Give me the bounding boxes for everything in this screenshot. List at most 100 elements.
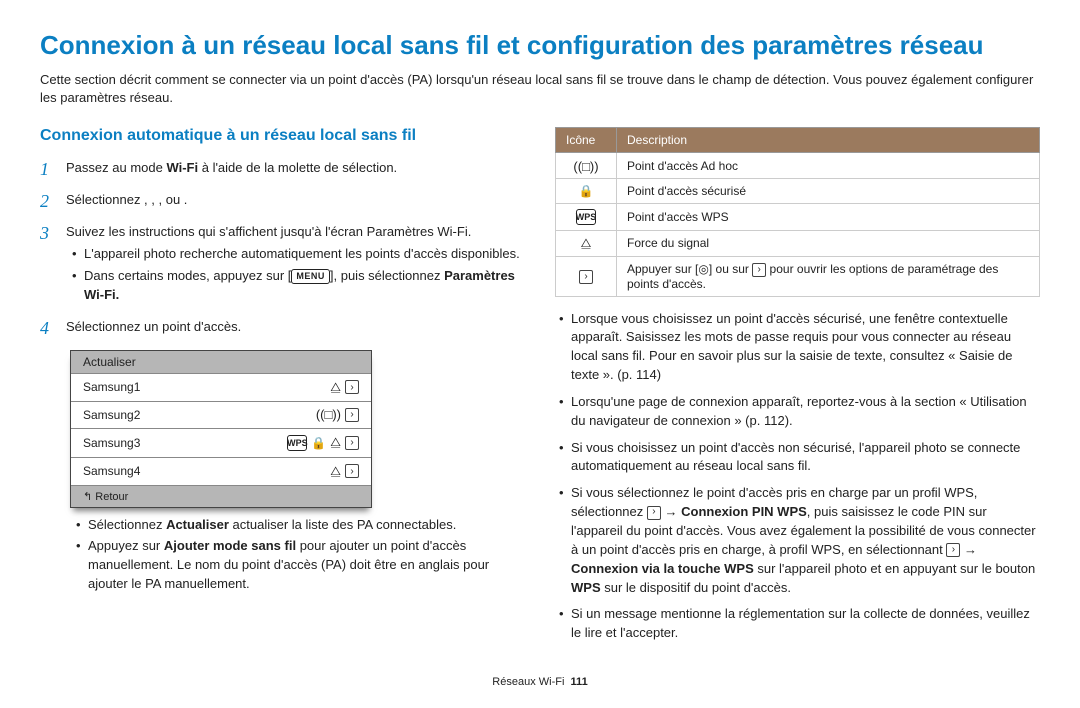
ap-row: Samsung2 ((□)) › <box>71 401 371 428</box>
signal-icon: ⧋ <box>330 464 341 479</box>
section-heading: Connexion automatique à un réseau local … <box>40 127 525 145</box>
cell-desc: Appuyer sur [◎] ou sur › pour ouvrir les… <box>617 256 1040 296</box>
rb4-end: sur le dispositif du point d'accès. <box>601 580 791 595</box>
ap-name: Samsung1 <box>83 380 140 394</box>
cell-icon: WPS <box>556 203 617 230</box>
step-number: 4 <box>40 318 56 340</box>
cell-desc: Point d'accès WPS <box>617 203 1040 230</box>
footer-section: Réseaux Wi-Fi <box>492 676 564 688</box>
step-text: Sélectionnez un point d'accès. <box>66 318 241 340</box>
r5-pre: Appuyer sur [ <box>627 262 698 276</box>
table-row: WPS Point d'accès WPS <box>556 203 1040 230</box>
step-3: 3 Suivez les instructions qui s'affichen… <box>40 223 525 308</box>
step3-sub1: L'appareil photo recherche automatiqueme… <box>84 245 525 264</box>
footer-page: 111 <box>571 676 588 688</box>
page-title: Connexion à un réseau local sans fil et … <box>40 30 1040 61</box>
step-1: 1 Passez au mode Wi-Fi à l'aide de la mo… <box>40 159 525 181</box>
after-screenshot-bullets: Sélectionnez Actualiser actualiser la li… <box>70 516 525 594</box>
rb1: Lorsque vous choisissez un point d'accès… <box>571 310 1040 385</box>
table-row: › Appuyer sur [◎] ou sur › pour ouvrir l… <box>556 256 1040 296</box>
signal-icon: ⧋ <box>330 435 341 450</box>
s3b2-mid: ], puis sélectionnez <box>330 268 444 283</box>
signal-icon: ⧋ <box>330 380 341 395</box>
lock-icon: 🔒 <box>311 436 326 450</box>
ap-list-screenshot: Actualiser Samsung1 ⧋ › Samsung2 ((□)) ›… <box>70 350 372 508</box>
chevron-right-icon: › <box>345 436 359 450</box>
chevron-right-icon: › <box>647 506 661 520</box>
chevron-right-icon: › <box>345 408 359 422</box>
step3-sub2: Dans certains modes, appuyez sur [MENU],… <box>84 267 525 305</box>
ab1-pre: Sélectionnez <box>88 517 166 532</box>
rb4-a1: → <box>661 504 681 519</box>
step3-sublist: L'appareil photo recherche automatiqueme… <box>66 245 525 305</box>
table-row: ((□)) Point d'accès Ad hoc <box>556 153 1040 178</box>
wps-icon: WPS <box>287 435 307 451</box>
ap-row: Samsung1 ⧋ › <box>71 373 371 401</box>
ap-icons: ((□)) › <box>316 408 359 422</box>
icon-table: Icône Description ((□)) Point d'accès Ad… <box>555 127 1040 296</box>
step-number: 1 <box>40 159 56 181</box>
ap-icons: ⧋ › <box>330 464 359 479</box>
lock-icon: 🔒 <box>579 184 594 198</box>
right-column: Icône Description ((□)) Point d'accès Ad… <box>555 127 1040 656</box>
step-4: 4 Sélectionnez un point d'accès. <box>40 318 525 340</box>
cell-icon: 🔒 <box>556 178 617 203</box>
chevron-right-icon: › <box>946 543 960 557</box>
ap-name: Samsung4 <box>83 464 140 478</box>
ab2-strong: Ajouter mode sans fil <box>164 538 296 553</box>
th-icon: Icône <box>556 128 617 153</box>
rb2: Lorsqu'une page de connexion apparaît, r… <box>571 393 1040 431</box>
rb4-post: sur l'appareil photo et en appuyant sur … <box>754 561 1035 576</box>
chevron-right-icon: › <box>752 263 766 277</box>
intro-text: Cette section décrit comment se connecte… <box>40 71 1040 107</box>
step-text: Passez au mode Wi-Fi à l'aide de la mole… <box>66 159 397 181</box>
step-number: 2 <box>40 191 56 213</box>
th-desc: Description <box>617 128 1040 153</box>
ap-name: Samsung2 <box>83 408 140 422</box>
rb3: Si vous choisissez un point d'accès non … <box>571 439 1040 477</box>
step1-post: à l'aide de la molette de sélection. <box>198 160 397 175</box>
cell-icon: ((□)) <box>556 153 617 178</box>
screenshot-back: ↰ Retour <box>71 485 371 507</box>
table-row: 🔒 Point d'accès sécurisé <box>556 178 1040 203</box>
screenshot-refresh: Actualiser <box>71 351 371 373</box>
step-text: Sélectionnez , , , ou . <box>66 191 187 213</box>
step3-main: Suivez les instructions qui s'affichent … <box>66 224 471 239</box>
cell-icon: › <box>556 256 617 296</box>
signal-icon: ⧋ <box>581 236 592 250</box>
step-text: Suivez les instructions qui s'affichent … <box>66 223 525 308</box>
after-b2: Appuyez sur Ajouter mode sans fil pour a… <box>88 537 525 594</box>
ap-icons: ⧋ › <box>330 380 359 395</box>
menu-badge: MENU <box>291 269 330 284</box>
chevron-right-icon: › <box>579 270 593 284</box>
content-columns: Connexion automatique à un réseau local … <box>40 127 1040 656</box>
table-header-row: Icône Description <box>556 128 1040 153</box>
rb5: Si un message mentionne la réglementatio… <box>571 605 1040 643</box>
rb4-a2: → <box>960 542 977 557</box>
ab2-pre: Appuyez sur <box>88 538 164 553</box>
ap-name: Samsung3 <box>83 436 140 450</box>
cell-desc: Force du signal <box>617 230 1040 256</box>
ab1-strong: Actualiser <box>166 517 229 532</box>
step1-pre: Passez au mode <box>66 160 166 175</box>
cell-desc: Point d'accès Ad hoc <box>617 153 1040 178</box>
rb4-s1: Connexion PIN WPS <box>681 504 807 519</box>
cell-icon: ⧋ <box>556 230 617 256</box>
ap-icons: WPS 🔒 ⧋ › <box>287 435 359 451</box>
s3b2-pre: Dans certains modes, appuyez sur [ <box>84 268 291 283</box>
right-bullets: Lorsque vous choisissez un point d'accès… <box>555 310 1040 644</box>
rb4-s3: WPS <box>571 580 601 595</box>
page-footer: Réseaux Wi-Fi 111 <box>40 676 1040 688</box>
after-b1: Sélectionnez Actualiser actualiser la li… <box>88 516 525 535</box>
rb4-s2: Connexion via la touche WPS <box>571 561 754 576</box>
left-column: Connexion automatique à un réseau local … <box>40 127 525 656</box>
ap-row: Samsung4 ⧋ › <box>71 457 371 485</box>
chevron-right-icon: › <box>345 464 359 478</box>
cell-desc: Point d'accès sécurisé <box>617 178 1040 203</box>
chevron-right-icon: › <box>345 380 359 394</box>
step-2: 2 Sélectionnez , , , ou . <box>40 191 525 213</box>
r5-mid: ] ou sur <box>709 262 752 276</box>
wifi-label: Wi-Fi <box>166 160 198 175</box>
table-row: ⧋ Force du signal <box>556 230 1040 256</box>
ap-row: Samsung3 WPS 🔒 ⧋ › <box>71 428 371 457</box>
